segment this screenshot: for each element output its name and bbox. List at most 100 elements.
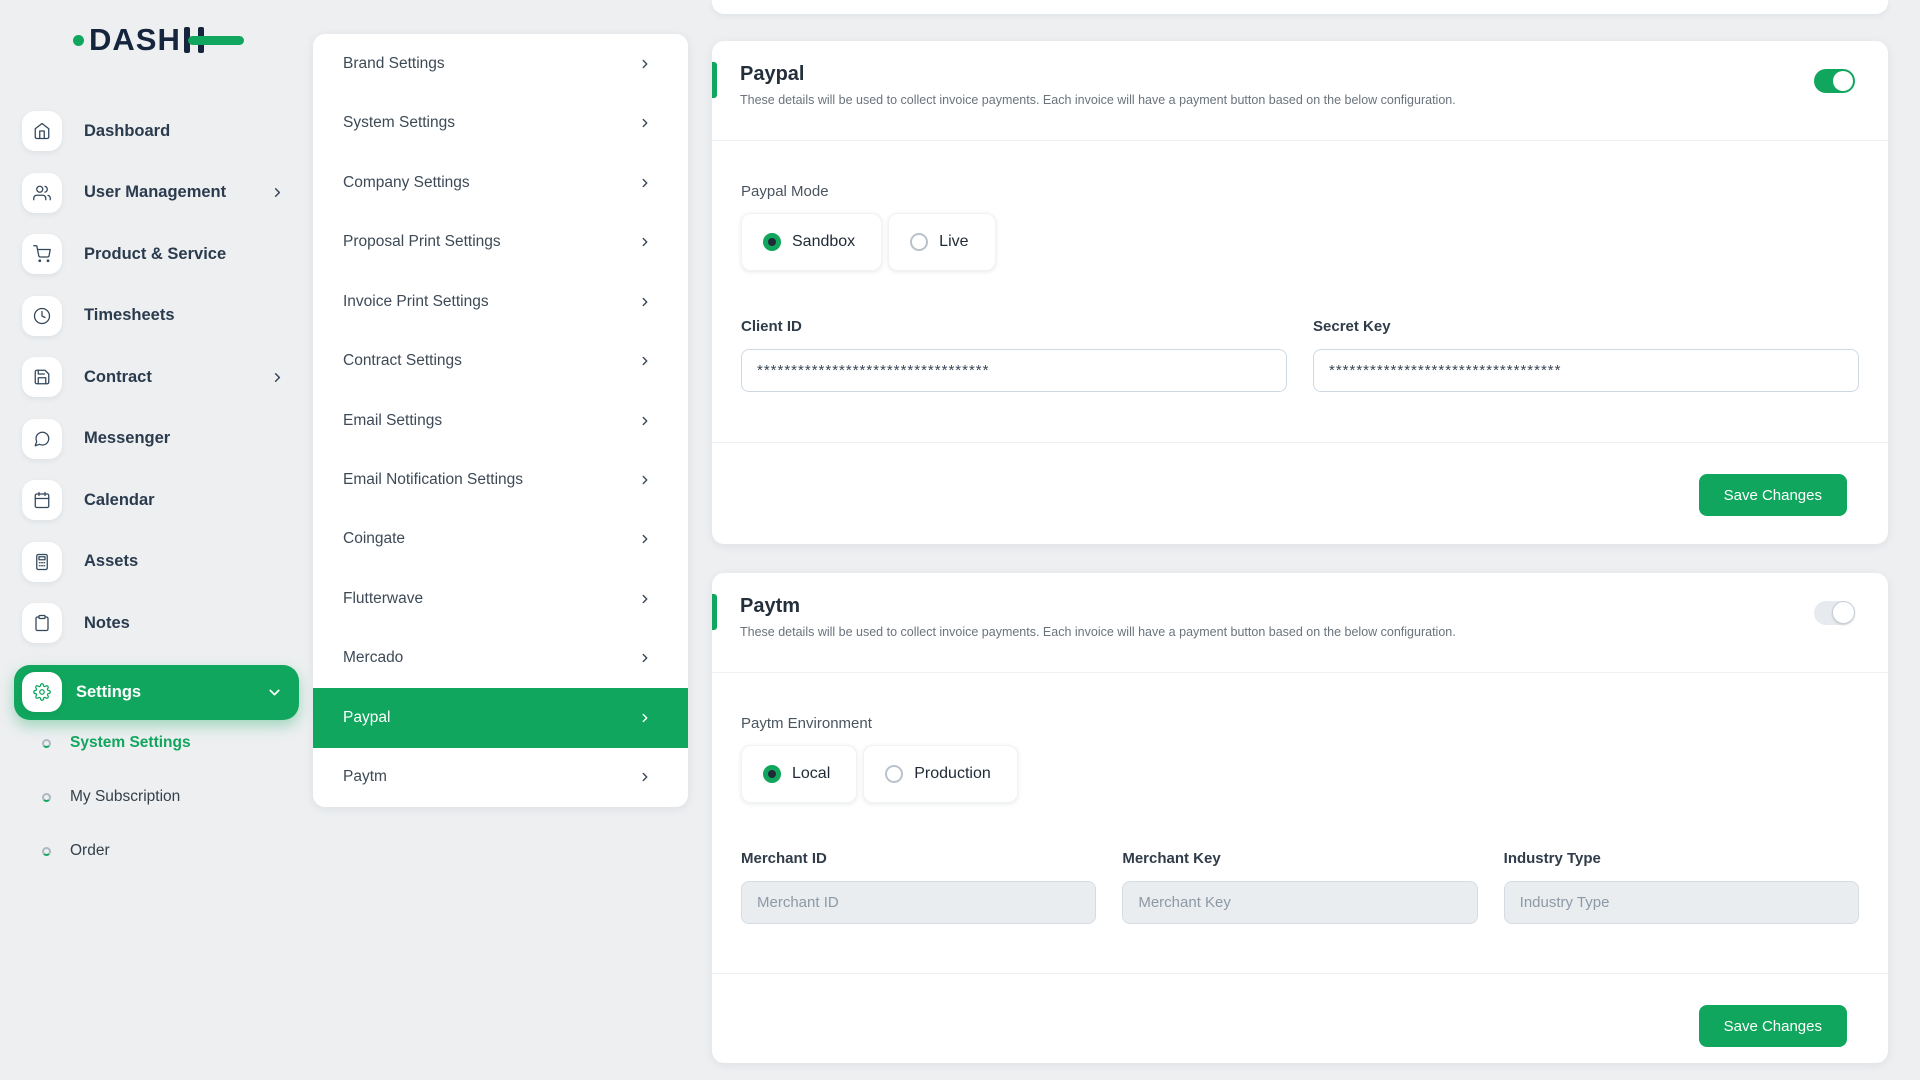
settings-menu-item-label: Paytm: [343, 768, 638, 786]
sidebar-item-timesheets[interactable]: Timesheets: [22, 296, 299, 336]
settings-menu-item-paypal[interactable]: Paypal: [313, 688, 688, 747]
industry-type-input[interactable]: [1504, 881, 1859, 924]
chevron-right-icon: [638, 532, 652, 546]
chevron-right-icon: [270, 370, 285, 385]
field-label: Client ID: [741, 318, 1287, 335]
sidebar-item-label: Contract: [84, 368, 270, 387]
settings-menu-item-label: Brand Settings: [343, 55, 638, 73]
sidebar-nav: Dashboard User Management Product & Servic…: [0, 111, 313, 733]
sidebar-item-settings[interactable]: Settings: [14, 665, 299, 720]
divider: [712, 973, 1888, 974]
paytm-field-merchant-id: Merchant ID: [741, 850, 1096, 924]
settings-menu-item-label: Company Settings: [343, 174, 638, 192]
paypal-field-client-id: Client ID: [741, 318, 1287, 392]
field-label: Industry Type: [1504, 850, 1859, 867]
paytm-fields: Merchant ID Merchant Key Industry Type: [741, 850, 1859, 924]
icon-tile: [22, 111, 62, 151]
icon-tile: [22, 480, 62, 520]
chevron-right-icon: [638, 770, 652, 784]
paypal-radio-option-live[interactable]: Live: [888, 213, 995, 271]
settings-menu-item-email-notification-settings[interactable]: Email Notification Settings: [313, 450, 688, 509]
sidebar-item-contract[interactable]: Contract: [22, 357, 299, 397]
cart-icon: [33, 245, 51, 263]
icon-tile: [22, 419, 62, 459]
chevron-right-icon: [638, 295, 652, 309]
settings-menu-item-paytm[interactable]: Paytm: [313, 748, 688, 807]
app-screen: DASH DashboardUser ManagementProduct & S…: [0, 0, 1920, 1080]
settings-menu-item-company-settings[interactable]: Company Settings: [313, 153, 688, 212]
sidebar-subitem-order[interactable]: Order: [0, 835, 313, 867]
settings-menu-item-label: Invoice Print Settings: [343, 293, 638, 311]
settings-menu-item-label: Email Settings: [343, 412, 638, 430]
paypal-save-button[interactable]: Save Changes: [1699, 474, 1847, 516]
icon-tile: [22, 603, 62, 643]
paypal-mode-options: SandboxLive: [741, 213, 996, 271]
paytm-radio-option-production[interactable]: Production: [863, 745, 1018, 803]
settings-menu-item-contract-settings[interactable]: Contract Settings: [313, 331, 688, 390]
paypal-accent-bar: [712, 62, 717, 98]
settings-menu-item-flutterwave[interactable]: Flutterwave: [313, 569, 688, 628]
paypal-toggle[interactable]: [1814, 69, 1855, 93]
field-label: Merchant ID: [741, 850, 1096, 867]
settings-menu-item-email-settings[interactable]: Email Settings: [313, 391, 688, 450]
paytm-save-button[interactable]: Save Changes: [1699, 1005, 1847, 1047]
paytm-radio-option-local[interactable]: Local: [741, 745, 857, 803]
sidebar-item-notes[interactable]: Notes: [22, 603, 299, 643]
settings-menu-item-proposal-print-settings[interactable]: Proposal Print Settings: [313, 212, 688, 271]
settings-menu-item-label: Paypal: [343, 709, 638, 727]
chevron-right-icon: [638, 354, 652, 368]
settings-menu-item-mercado[interactable]: Mercado: [313, 629, 688, 688]
field-label: Merchant Key: [1122, 850, 1477, 867]
settings-menu-item-invoice-print-settings[interactable]: Invoice Print Settings: [313, 272, 688, 331]
icon-tile: [22, 542, 62, 582]
divider: [712, 672, 1888, 673]
sidebar-item-user-management[interactable]: User Management: [22, 173, 299, 213]
sidebar-item-dashboard[interactable]: Dashboard: [22, 111, 299, 151]
sidebar-item-assets[interactable]: Assets: [22, 542, 299, 582]
chevron-right-icon: [638, 176, 652, 190]
settings-menu-item-label: Proposal Print Settings: [343, 233, 638, 251]
gear-icon: [33, 683, 51, 701]
radio-selected-icon[interactable]: [763, 233, 781, 251]
sidebar-subitem-system-settings[interactable]: System Settings: [0, 727, 313, 759]
settings-menu-item-label: Flutterwave: [343, 590, 638, 608]
icon-tile: [22, 672, 62, 712]
client-id-input[interactable]: [741, 349, 1287, 392]
chevron-right-icon: [638, 592, 652, 606]
settings-menu-item-system-settings[interactable]: System Settings: [313, 93, 688, 152]
users-icon: [33, 184, 51, 202]
sidebar-item-label: Notes: [84, 614, 299, 633]
settings-menu-item-coingate[interactable]: Coingate: [313, 510, 688, 569]
radio-selected-icon[interactable]: [763, 765, 781, 783]
sidebar-item-product-service[interactable]: Product & Service: [22, 234, 299, 274]
paypal-toggle-knob: [1833, 71, 1853, 91]
sidebar-subitem-my-subscription[interactable]: My Subscription: [0, 781, 313, 813]
secret-key-input[interactable]: [1313, 349, 1859, 392]
paytm-field-industry-type: Industry Type: [1504, 850, 1859, 924]
sidebar-item-calendar[interactable]: Calendar: [22, 480, 299, 520]
merchant-key-input[interactable]: [1122, 881, 1477, 924]
merchant-id-input[interactable]: [741, 881, 1096, 924]
paytm-toggle[interactable]: [1814, 601, 1855, 625]
sidebar-item-label: Product & Service: [84, 245, 299, 264]
icon-tile: [22, 357, 62, 397]
sidebar-item-label: Dashboard: [84, 122, 299, 141]
chevron-down-icon: [266, 684, 283, 701]
radio-unselected-icon[interactable]: [885, 765, 903, 783]
sidebar-item-messenger[interactable]: Messenger: [22, 419, 299, 459]
paypal-radio-option-sandbox[interactable]: Sandbox: [741, 213, 882, 271]
chevron-right-icon: [638, 235, 652, 249]
sidebar-item-label: Assets: [84, 552, 299, 571]
sidebar: DASH DashboardUser ManagementProduct & S…: [0, 0, 313, 1080]
radio-unselected-icon[interactable]: [910, 233, 928, 251]
paytm-description: These details will be used to collect in…: [740, 625, 1456, 639]
clock-icon: [33, 307, 51, 325]
field-label: Secret Key: [1313, 318, 1859, 335]
paytm-field-merchant-key: Merchant Key: [1122, 850, 1477, 924]
assets-icon: [33, 553, 51, 571]
settings-menu-item-brand-settings[interactable]: Brand Settings: [313, 34, 688, 93]
divider: [712, 442, 1888, 443]
icon-tile: [22, 173, 62, 213]
chevron-right-icon: [638, 473, 652, 487]
settings-menu-item-label: System Settings: [343, 114, 638, 132]
